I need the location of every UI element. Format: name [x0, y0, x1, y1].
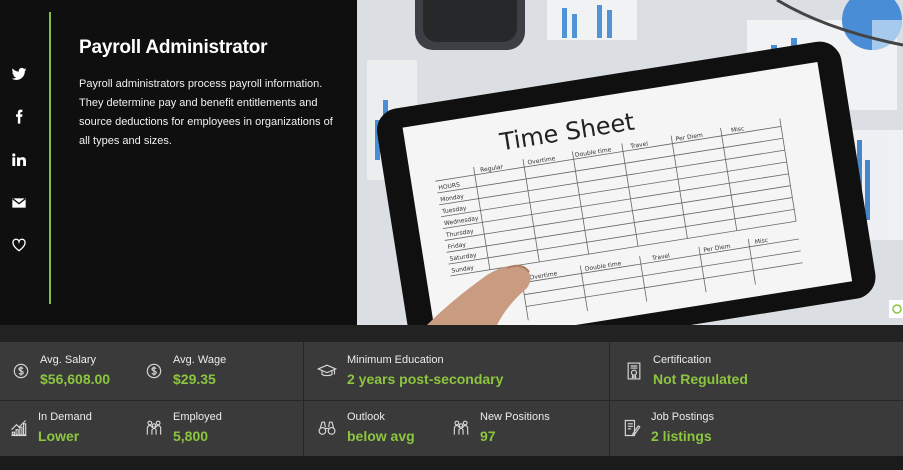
stat-label: Employed — [173, 411, 222, 423]
stat-employed: Employed 5,800 — [143, 411, 253, 451]
facebook-icon[interactable] — [10, 108, 28, 126]
stat-label: Certification — [653, 354, 712, 366]
divider — [303, 342, 304, 456]
stat-value: Not Regulated — [653, 371, 748, 387]
hero-section: Payroll Administrator Payroll administra… — [0, 0, 903, 325]
divider — [609, 342, 610, 456]
page-footer-band — [0, 456, 903, 470]
twitter-icon[interactable] — [10, 65, 28, 83]
stats-top-band — [0, 325, 903, 342]
career-stats-panel: Avg. Salary $56,608.00 Avg. Wage $29.35 … — [0, 342, 903, 456]
stat-in-demand: In Demand Lower — [8, 411, 128, 451]
graduation-cap-icon — [316, 360, 338, 382]
page-title: Payroll Administrator — [79, 37, 268, 58]
career-description: Payroll administrators process payroll i… — [79, 78, 333, 147]
linkedin-icon[interactable] — [10, 151, 28, 169]
stat-certification: Certification Not Regulated — [623, 354, 823, 394]
stat-label: In Demand — [38, 411, 92, 423]
people-icon — [450, 417, 472, 439]
document-pen-icon — [621, 417, 643, 439]
stat-label: Avg. Salary — [40, 354, 97, 366]
hero-image: Time Sheet HOURS Monday Tuesday Wednesda… — [357, 0, 903, 325]
stat-new-positions: New Positions 97 — [450, 411, 580, 451]
stat-label: Minimum Education — [347, 354, 444, 366]
stat-avg-salary: Avg. Salary $56,608.00 — [10, 354, 130, 394]
binoculars-icon — [316, 417, 338, 439]
stat-label: Job Postings — [651, 411, 714, 423]
stat-avg-wage: Avg. Wage $29.35 — [143, 354, 253, 394]
hero-text: Payroll Administrator Payroll administra… — [79, 36, 341, 151]
certificate-icon — [623, 360, 645, 382]
stat-value: below avg — [347, 428, 415, 444]
social-share-bar — [0, 0, 38, 325]
stat-value: 97 — [480, 428, 496, 444]
heart-icon[interactable] — [10, 236, 28, 254]
stat-value: Lower — [38, 428, 80, 444]
stat-value: $29.35 — [173, 371, 216, 387]
accent-divider — [49, 12, 51, 304]
dollar-circle-icon — [10, 360, 32, 382]
job-postings-link[interactable]: 2 listings — [651, 428, 712, 445]
stat-label: Outlook — [347, 411, 385, 423]
people-icon — [143, 417, 165, 439]
stat-min-education: Minimum Education 2 years post-secondary — [316, 354, 566, 394]
divider — [0, 400, 903, 401]
stat-value: 2 years post-secondary — [347, 371, 504, 387]
stat-job-postings[interactable]: Job Postings 2 listings — [621, 411, 781, 451]
email-icon[interactable] — [10, 194, 28, 212]
stat-value: $56,608.00 — [40, 371, 111, 387]
stat-value: 5,800 — [173, 428, 209, 444]
dollar-circle-icon — [143, 360, 165, 382]
bar-chart-icon — [8, 417, 30, 439]
stat-outlook: Outlook below avg — [316, 411, 446, 451]
stat-label: Avg. Wage — [173, 354, 227, 366]
stat-label: New Positions — [480, 411, 550, 423]
